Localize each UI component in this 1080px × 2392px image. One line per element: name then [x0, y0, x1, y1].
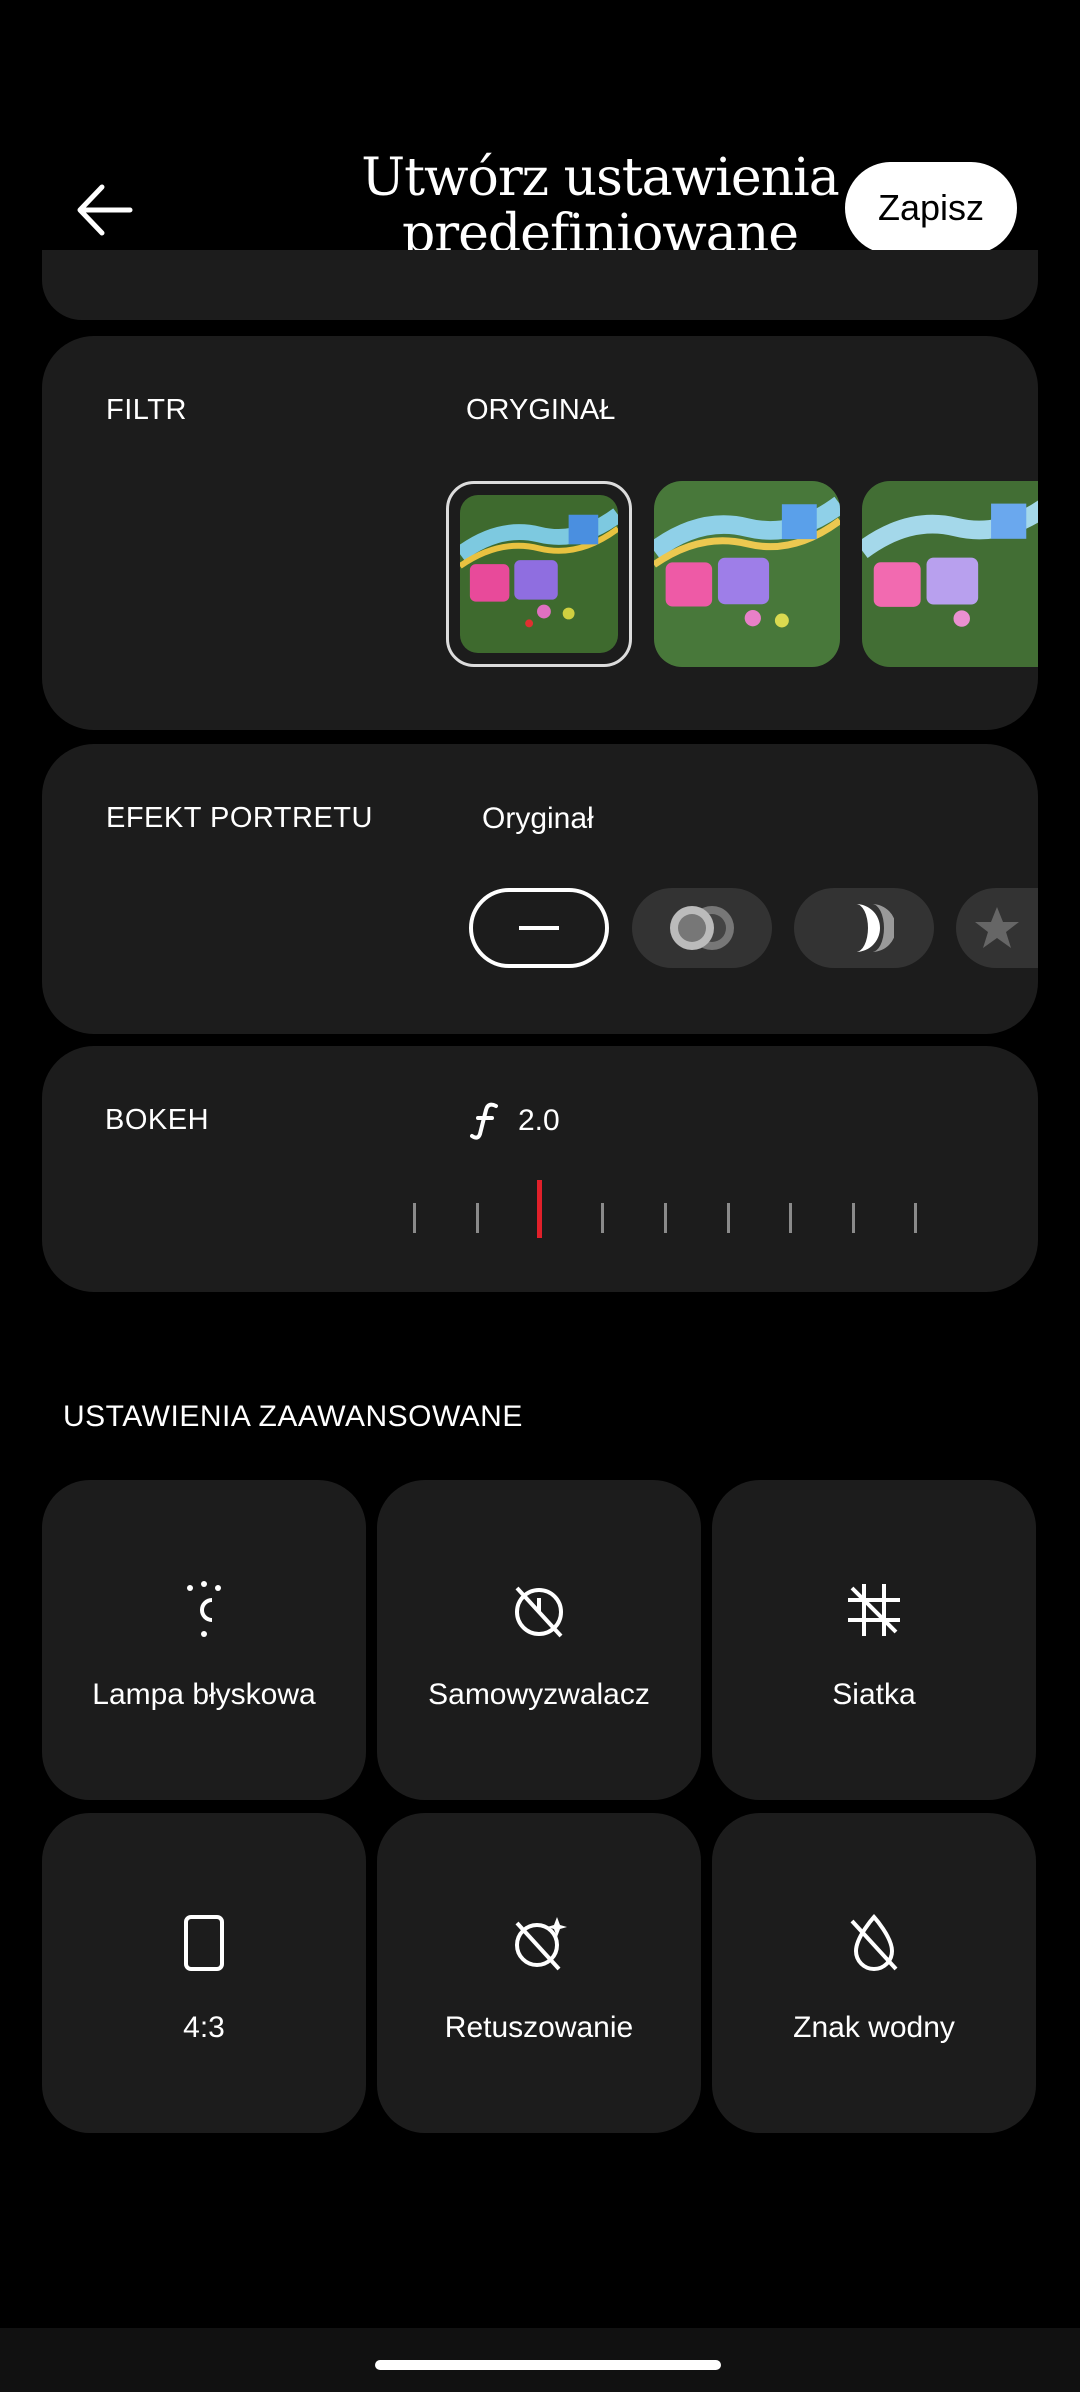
filter-thumbnail-original[interactable]: [446, 481, 632, 667]
watermark-off-icon: [850, 1914, 898, 1971]
retouch-off-icon: [515, 1917, 567, 1971]
filter-selected-value: ORYGINAŁ: [466, 394, 616, 426]
tile-watermark[interactable]: Znak wodny: [712, 1813, 1036, 2133]
portrait-effect-selected-value: Oryginał: [482, 802, 594, 835]
none-icon: [519, 926, 559, 930]
advanced-settings-title: USTAWIENIA ZAAWANSOWANE: [63, 1400, 523, 1433]
timer-off-icon: [515, 1586, 563, 1638]
home-indicator[interactable]: [375, 2360, 721, 2370]
page-title-line1: Utwórz ustawienia: [361, 148, 839, 208]
photo-thumbnail: [460, 495, 618, 653]
bokeh-card: BOKEH 2.0: [42, 1046, 1038, 1292]
tile-watermark-label: Znak wodny: [793, 2011, 955, 2044]
portrait-option-spin[interactable]: [794, 888, 934, 968]
back-button[interactable]: [70, 175, 140, 245]
slider-tick: [413, 1203, 416, 1233]
aspect-ratio-icon: [184, 1915, 224, 1971]
slider-tick: [664, 1203, 667, 1233]
photo-thumbnail: [654, 481, 840, 667]
spin-blur-icon: [856, 904, 894, 952]
portrait-effect-card: EFEKT PORTRETU Oryginał: [42, 744, 1038, 1034]
save-button[interactable]: Zapisz: [845, 162, 1017, 254]
tile-timer-label: Samowyzwalacz: [428, 1678, 650, 1711]
filter-card: FILTR ORYGINAŁ: [42, 336, 1038, 730]
portrait-effect-label: EFEKT PORTRETU: [106, 802, 373, 834]
tile-flash[interactable]: Lampa błyskowa: [42, 1480, 366, 1800]
filter-label: FILTR: [106, 394, 187, 426]
tile-grid-label: Siatka: [832, 1678, 916, 1711]
tile-retouch-label: Retuszowanie: [444, 2011, 634, 2044]
flash-auto-icon: [187, 1581, 221, 1637]
blur-icon: [670, 906, 734, 950]
bokeh-label: BOKEH: [105, 1104, 210, 1136]
page-title: Utwórz ustawienia predefiniowane: [340, 150, 860, 262]
tile-retouch[interactable]: Retuszowanie: [377, 1813, 701, 2133]
f-number-icon: [470, 1102, 498, 1140]
tile-aspect-ratio[interactable]: 4:3: [42, 1813, 366, 2133]
slider-tick: [914, 1203, 917, 1233]
portrait-option-blur[interactable]: [632, 888, 772, 968]
filter-thumbnail-3[interactable]: [862, 481, 1038, 667]
arrow-left-icon: [77, 184, 133, 236]
tile-grid[interactable]: Siatka: [712, 1480, 1036, 1800]
filter-thumbnail-2[interactable]: [654, 481, 840, 667]
previous-card: [42, 250, 1038, 320]
tile-aspect-ratio-label: 4:3: [183, 2011, 225, 2044]
photo-thumbnail: [862, 481, 1038, 667]
slider-tick: [789, 1203, 792, 1233]
slider-tick: [852, 1203, 855, 1233]
bokeh-value: 2.0: [518, 1104, 560, 1137]
portrait-option-star[interactable]: [956, 888, 1038, 968]
portrait-option-none[interactable]: [469, 888, 609, 968]
tile-flash-label: Lampa błyskowa: [92, 1678, 316, 1711]
top-bar: Utwórz ustawienia predefiniowane Zapisz: [0, 0, 1080, 290]
tile-timer[interactable]: Samowyzwalacz: [377, 1480, 701, 1800]
slider-tick-active[interactable]: [537, 1180, 542, 1238]
slider-tick: [476, 1203, 479, 1233]
slider-tick: [727, 1203, 730, 1233]
slider-tick: [601, 1203, 604, 1233]
star-icon: [975, 907, 1019, 948]
grid-off-icon: [848, 1584, 900, 1636]
